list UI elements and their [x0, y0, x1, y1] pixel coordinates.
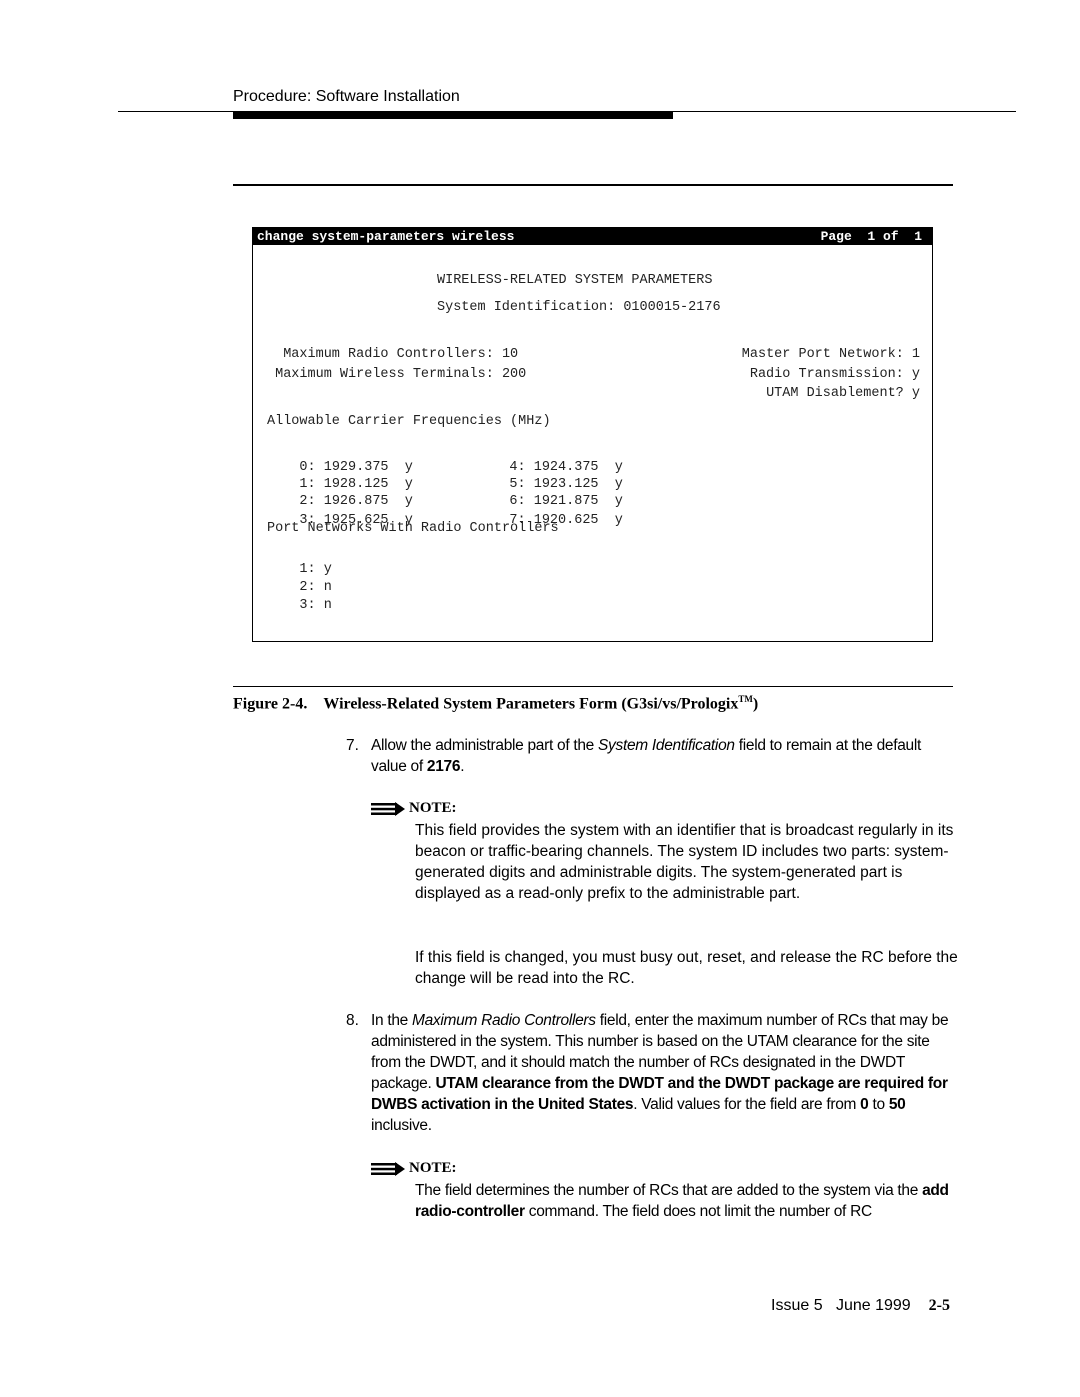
note-1-paragraph-2: If this field is changed, you must busy … [415, 949, 958, 987]
note-2-header: NOTE: [371, 1160, 457, 1177]
step-text: inclusive. [371, 1117, 432, 1134]
max-radio-controllers-field[interactable]: Maximum Radio Controllers: 10 [267, 346, 518, 364]
step-text: to [868, 1096, 889, 1113]
note-2-text: The field determines the number of RCs t… [415, 1180, 960, 1222]
figure-rule [233, 686, 953, 687]
master-port-network-field[interactable]: Master Port Network: 1 [742, 346, 920, 364]
figure-label: Figure 2-4. [233, 695, 308, 713]
note-heading: NOTE: [409, 1160, 457, 1176]
screen-command: change system-parameters wireless [257, 229, 515, 244]
max-value: 50 [888, 1096, 906, 1113]
page-number: 2-5 [928, 1297, 950, 1314]
note-arrow-icon [371, 801, 405, 816]
utam-disablement-field[interactable]: UTAM Disablement? y [766, 385, 920, 403]
frequency-flag: y [614, 513, 623, 528]
note-text: command. The field does not limit the nu… [524, 1203, 872, 1220]
step-text: Allow the administrable part of the [371, 737, 598, 754]
step-number: 8. [346, 1012, 359, 1029]
step-number: 7. [346, 737, 359, 754]
note-heading: NOTE: [409, 800, 457, 816]
figure-caption: Figure 2-4. Wireless-Related System Para… [233, 694, 758, 713]
port-network-row[interactable]: 3: n [267, 579, 332, 633]
field-name: System Identification [598, 737, 735, 754]
frequencies-heading: Allowable Carrier Frequencies (MHz) [267, 414, 551, 429]
step-text: . Valid values for the field are from [633, 1096, 861, 1113]
page-footer: Issue 5 June 1999 2-5 [771, 1297, 950, 1315]
figure-caption-end: ) [752, 695, 759, 713]
port-networks-heading: Port Networks With Radio Controllers [267, 521, 559, 536]
note-1-header: NOTE: [371, 800, 457, 817]
note-1-paragraph-1: This field provides the system with an i… [415, 822, 954, 902]
radio-transmission-field[interactable]: Radio Transmission: y [750, 366, 920, 384]
port-network-index: 3: [299, 598, 316, 613]
figure-caption-text: Wireless-Related System Parameters Form … [323, 695, 739, 713]
issue-date: Issue 5 June 1999 [771, 1297, 911, 1314]
field-name: Maximum Radio Controllers [412, 1012, 596, 1029]
system-identification-field[interactable]: System Identification: 0100015-2176 [437, 299, 721, 317]
screen-title-bar: change system-parameters wireless Page 1… [253, 228, 932, 245]
screen-page-indicator: Page 1 of 1 [820, 229, 922, 244]
terminal-screen-form: change system-parameters wireless Page 1… [252, 227, 933, 642]
note-arrow-icon [371, 1161, 405, 1176]
screen-heading: WIRELESS-RELATED SYSTEM PARAMETERS [437, 273, 713, 288]
step-7-text: Allow the administrable part of the Syst… [371, 735, 956, 777]
default-value: 2176 [426, 758, 461, 775]
section-title: Procedure: Software Installation [233, 88, 460, 105]
step-text: . [460, 758, 465, 775]
figure-top-rule [233, 184, 953, 186]
step-8-text: In the Maximum Radio Controllers field, … [371, 1010, 956, 1136]
note-text: The field determines the number of RCs t… [415, 1182, 923, 1199]
min-value: 0 [860, 1096, 869, 1113]
port-network-value: n [323, 598, 332, 613]
trademark-symbol: TM [738, 694, 753, 704]
max-wireless-terminals-field[interactable]: Maximum Wireless Terminals: 200 [267, 366, 526, 384]
step-text: In the [371, 1012, 412, 1029]
header-bar [233, 112, 673, 119]
